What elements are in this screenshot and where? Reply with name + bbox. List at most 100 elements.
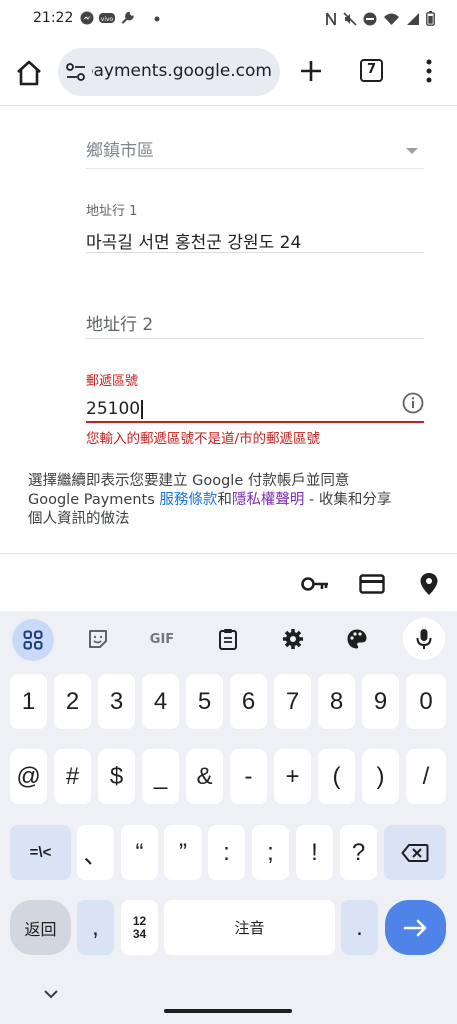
key-open-quote[interactable]: “ [121,825,158,880]
more-options-icon[interactable] [420,58,438,84]
key-comma[interactable]: , [77,900,114,955]
svg-text:vivo: vivo [101,16,114,23]
wrench-icon [121,11,134,24]
key-5[interactable]: 5 [186,674,223,729]
backspace-icon [401,843,429,862]
clipboard-button[interactable] [207,619,249,659]
theme-button[interactable] [336,619,378,659]
vivo-icon: vivo [99,13,115,23]
key-paren-close[interactable]: ) [362,749,399,804]
key-close-quote[interactable]: ” [164,825,202,880]
gif-button[interactable]: GIF [141,619,183,659]
chevron-down-icon [406,148,418,154]
info-icon[interactable] [402,392,424,414]
numpad-key[interactable]: 12 34 [121,900,158,955]
key-6[interactable]: 6 [230,674,267,729]
nfc-icon [326,12,336,25]
terms-disclaimer: 選擇繼續即表示您要建立 Google 付款帳戶並同意 Google Paymen… [28,472,428,529]
key-underscore[interactable]: _ [142,749,179,804]
key-7[interactable]: 7 [274,674,311,729]
key-4[interactable]: 4 [142,674,179,729]
key-ampersand[interactable]: & [186,749,223,804]
status-right-icons [325,11,435,26]
sticker-icon [89,630,107,648]
key-question[interactable]: ? [340,825,377,880]
credit-card-icon[interactable] [359,572,385,596]
battery-icon [426,11,435,26]
address2-field[interactable]: 地址行 2 [86,310,424,340]
grid-icon [23,630,43,650]
new-tab-icon[interactable] [298,58,324,84]
key-0[interactable]: 0 [406,674,446,729]
key-colon[interactable]: : [208,825,245,880]
disclaimer-and: 和 [217,492,232,508]
location-pin-icon[interactable] [419,572,439,596]
postal-code-value: 25100 [86,399,141,419]
wifi-icon [384,13,399,25]
key-semicolon[interactable]: ; [252,825,289,880]
palette-icon [347,629,367,649]
enter-key[interactable] [385,900,446,955]
key-hash[interactable]: # [54,749,91,804]
back-key[interactable]: 返回 [10,900,71,955]
autofill-bar [0,553,457,611]
mute-icon [343,11,357,26]
disclaimer-line3: 個人資訊的做法 [28,511,130,527]
error-underline [86,421,424,423]
privacy-notice-link[interactable]: 隱私權聲明 [232,492,305,508]
key-plus[interactable]: + [274,749,311,804]
url-text: payments.google.com [92,61,272,81]
arrow-right-icon [403,919,426,936]
key-dollar[interactable]: $ [98,749,135,804]
key-at[interactable]: @ [10,749,47,804]
address1-label: 地址行 1 [86,204,138,219]
status-bar: 21:22 vivo [0,0,457,38]
voice-input-button[interactable] [403,618,445,660]
disclaimer-line1: 選擇繼續即表示您要建立 Google 付款帳戶並同意 [28,473,350,489]
home-icon[interactable] [14,58,44,88]
key-ideographic-comma[interactable]: 、 [77,825,114,880]
clipboard-icon [219,629,237,650]
divider [86,168,424,169]
postal-code-error: 您輸入的郵遞區號不是道/市的郵遞區號 [86,431,321,447]
key-3[interactable]: 3 [98,674,135,729]
hide-keyboard-icon[interactable] [42,988,60,1000]
district-select[interactable]: 鄉鎮市區 [86,136,424,170]
site-settings-icon[interactable] [66,63,86,81]
gif-label: GIF [149,631,175,647]
postal-code-field[interactable]: 郵遞區號 25100 您輸入的郵遞區號不是道/市的郵遞區號 [86,370,424,447]
settings-button[interactable] [272,619,314,659]
disclaimer-suffix: - 收集和分享 [304,492,392,508]
disclaimer-prefix: Google Payments [28,492,160,508]
key-2[interactable]: 2 [54,674,91,729]
more-symbols-key[interactable]: =\< [10,825,71,880]
key-minus[interactable]: - [230,749,267,804]
sticker-button[interactable] [77,619,119,659]
address1-value: 마곡길 서면 홍천군 강원도 24 [86,233,302,253]
messenger-icon [80,11,94,25]
tab-switcher-button[interactable]: 7 [360,59,383,82]
key-9[interactable]: 9 [362,674,399,729]
address1-field[interactable]: 地址行 1 마곡길 서면 홍천군 강원도 24 [86,200,424,254]
apps-grid-button[interactable] [12,619,54,661]
postal-code-label: 郵遞區號 [86,374,139,389]
text-cursor [141,399,143,419]
key-exclamation[interactable]: ! [296,825,333,880]
district-placeholder: 鄉鎮市區 [86,141,154,161]
space-key[interactable]: 注音 [164,900,335,955]
backspace-key[interactable] [384,825,446,880]
signal-icon [407,12,419,25]
key-paren-open[interactable]: ( [318,749,355,804]
key-8[interactable]: 8 [318,674,355,729]
address2-placeholder: 地址行 2 [86,315,154,335]
terms-of-service-link[interactable]: 服務條款 [159,492,217,508]
status-time: 21:22 [33,10,74,26]
key-period[interactable]: . [341,900,378,955]
gesture-nav-bar[interactable] [164,1009,292,1013]
key-1[interactable]: 1 [10,674,47,729]
dnd-icon [363,12,377,25]
gear-icon [283,629,303,649]
key-icon[interactable] [300,572,330,596]
key-slash[interactable]: / [406,749,446,804]
address-bar[interactable]: payments.google.com [58,48,280,96]
